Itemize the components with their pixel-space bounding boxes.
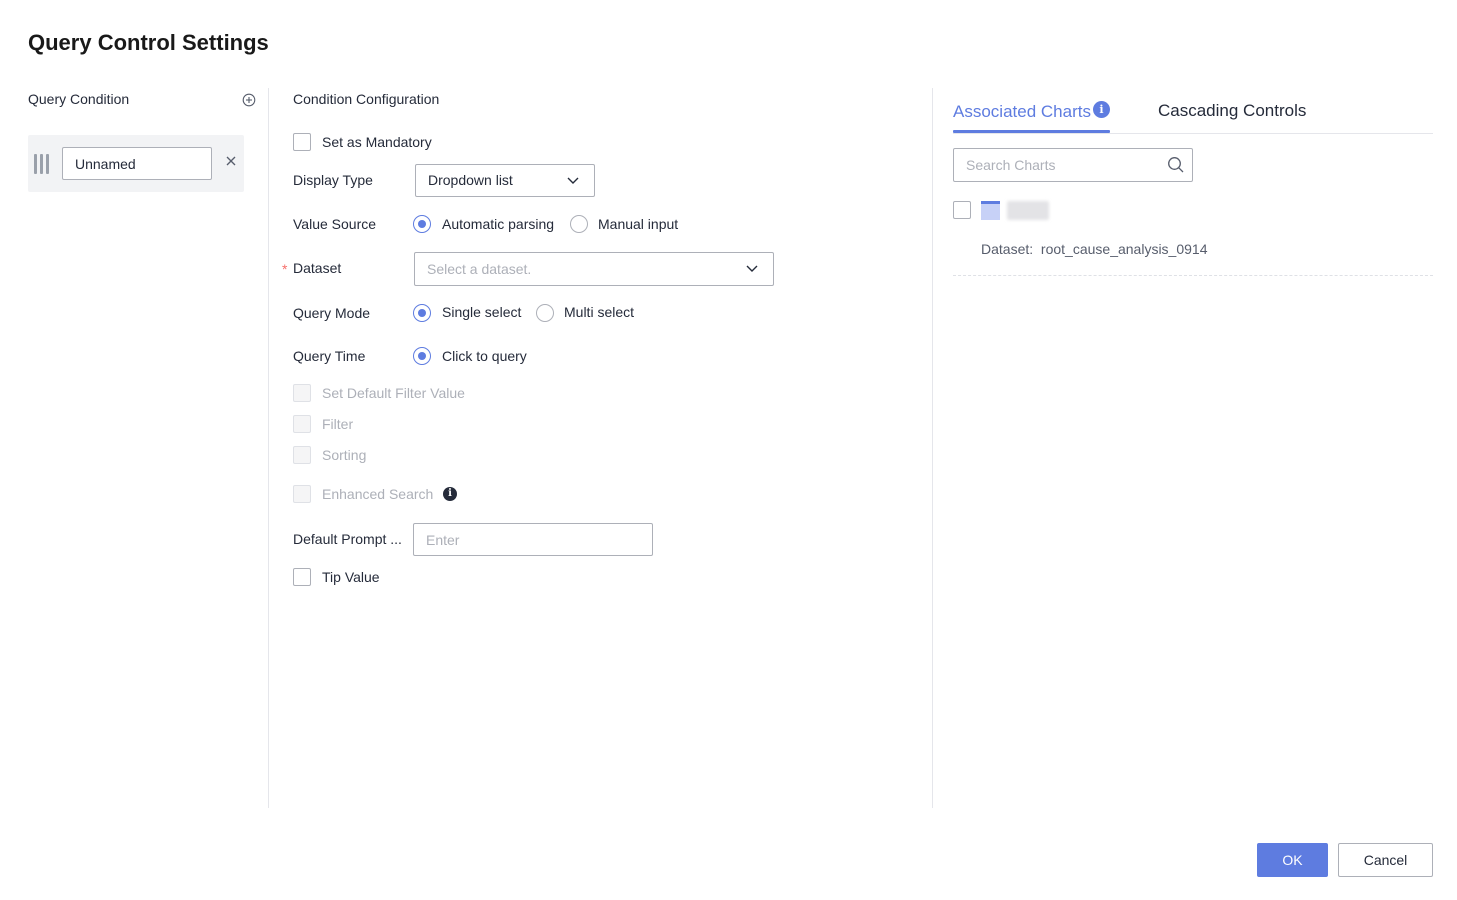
query-condition-item[interactable] bbox=[28, 135, 244, 192]
active-tab-indicator bbox=[953, 130, 1110, 133]
dialog-title: Query Control Settings bbox=[28, 30, 269, 55]
value-source-label: Value Source bbox=[293, 216, 377, 232]
click-to-query-label: Click to query bbox=[442, 348, 527, 364]
display-type-label: Display Type bbox=[293, 172, 373, 188]
filter-checkbox[interactable] bbox=[293, 415, 311, 433]
set-mandatory-checkbox[interactable] bbox=[293, 133, 311, 151]
radio-manual-input[interactable] bbox=[570, 215, 588, 233]
chart-name-redacted bbox=[1007, 201, 1049, 220]
ok-button[interactable]: OK bbox=[1257, 843, 1328, 877]
search-charts-input[interactable] bbox=[953, 148, 1193, 182]
info-icon[interactable]: i bbox=[1093, 101, 1110, 118]
set-mandatory-label: Set as Mandatory bbox=[322, 134, 432, 150]
dataset-label: Dataset bbox=[293, 260, 342, 276]
chevron-down-icon bbox=[567, 177, 579, 184]
radio-click-to-query[interactable] bbox=[413, 347, 431, 365]
enhanced-search-label: Enhanced Search bbox=[322, 486, 434, 502]
dataset-placeholder: Select a dataset. bbox=[427, 261, 532, 277]
sorting-label: Sorting bbox=[322, 447, 367, 463]
set-default-filter-label: Set Default Filter Value bbox=[322, 385, 465, 401]
dataset-name: root_cause_analysis_0914 bbox=[1040, 241, 1208, 257]
single-select-label: Single select bbox=[442, 304, 522, 320]
default-prompt-input[interactable] bbox=[413, 523, 653, 556]
radio-single-select[interactable] bbox=[413, 304, 431, 322]
dataset-select[interactable]: Select a dataset. bbox=[414, 252, 774, 286]
default-prompt-label: Default Prompt ... bbox=[293, 531, 402, 547]
query-condition-label: Query Condition bbox=[28, 91, 130, 107]
right-divider bbox=[932, 88, 933, 808]
tip-value-label: Tip Value bbox=[322, 569, 380, 585]
tab-cascading-controls[interactable]: Cascading Controls bbox=[1158, 101, 1306, 121]
display-type-value: Dropdown list bbox=[428, 172, 513, 188]
add-circle-icon[interactable] bbox=[242, 93, 256, 107]
query-time-label: Query Time bbox=[293, 348, 366, 364]
close-icon[interactable] bbox=[224, 155, 238, 169]
required-mark: * bbox=[282, 261, 288, 277]
chevron-down-icon bbox=[746, 265, 758, 272]
tip-value-checkbox[interactable] bbox=[293, 568, 311, 586]
radio-multi-select[interactable] bbox=[536, 304, 554, 322]
radio-automatic-parsing[interactable] bbox=[413, 215, 431, 233]
automatic-parsing-label: Automatic parsing bbox=[442, 216, 555, 232]
tabs-divider bbox=[953, 133, 1433, 134]
enhanced-search-checkbox[interactable] bbox=[293, 485, 311, 503]
tab-associated-charts[interactable]: Associated Charts bbox=[953, 102, 1091, 122]
query-mode-label: Query Mode bbox=[293, 305, 371, 321]
chart-dataset-info: Dataset: root_cause_analysis_0914 bbox=[981, 241, 1208, 257]
display-type-select[interactable]: Dropdown list bbox=[415, 164, 595, 197]
left-divider bbox=[268, 88, 269, 808]
set-default-filter-checkbox[interactable] bbox=[293, 384, 311, 402]
manual-input-label: Manual input bbox=[598, 216, 679, 232]
condition-configuration-label: Condition Configuration bbox=[293, 91, 440, 107]
search-icon[interactable] bbox=[1167, 156, 1185, 174]
drag-handle-icon[interactable] bbox=[34, 154, 52, 174]
chart-select-checkbox[interactable] bbox=[953, 201, 971, 219]
info-icon[interactable]: i bbox=[443, 487, 457, 501]
cancel-button[interactable]: Cancel bbox=[1338, 843, 1433, 877]
filter-label: Filter bbox=[322, 416, 354, 432]
chart-item-divider bbox=[953, 275, 1433, 276]
multi-select-label: Multi select bbox=[564, 304, 635, 320]
sorting-checkbox[interactable] bbox=[293, 446, 311, 464]
table-chart-icon bbox=[981, 201, 1000, 220]
condition-name-input[interactable] bbox=[62, 147, 212, 180]
dataset-prefix: Dataset: bbox=[981, 241, 1034, 257]
